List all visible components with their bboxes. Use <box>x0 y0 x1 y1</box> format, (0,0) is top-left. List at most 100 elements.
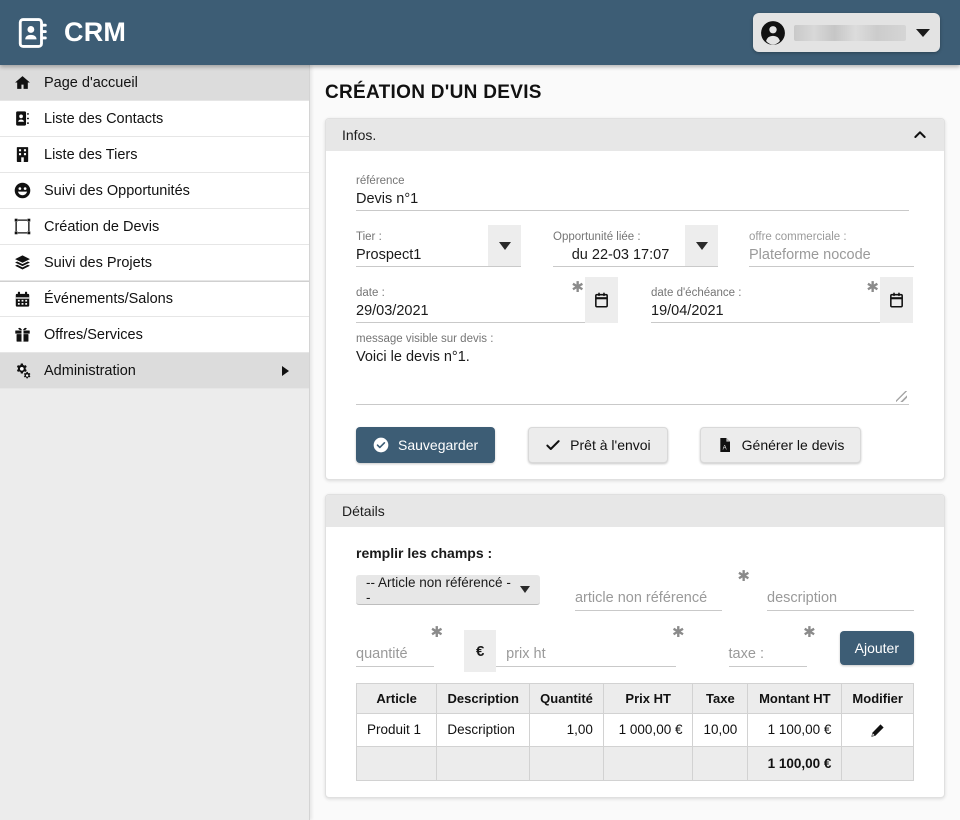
table-header-row: Article Description Quantité Prix HT Tax… <box>355 683 914 714</box>
infos-card: Infos. référence Devis n°1 Tier : Prospe… <box>325 118 945 480</box>
total-montant-ht: 1 100,00 € <box>747 745 843 781</box>
sidebar: Page d'accueil Liste des Contacts Liste … <box>0 65 310 820</box>
cell-article: Produit 1 <box>355 713 438 747</box>
app-header: CRM <box>0 0 960 65</box>
cell-quantite: 1,00 <box>529 713 604 747</box>
layers-icon <box>14 254 36 272</box>
sidebar-item-label: Suivi des Projets <box>44 254 152 271</box>
sidebar-item-suivi-des-opportunites[interactable]: Suivi des Opportunités <box>0 173 309 209</box>
sidebar-item-label: Offres/Services <box>44 326 143 343</box>
chevron-right-icon <box>282 365 289 376</box>
opportunity-dropdown-button[interactable] <box>685 225 718 266</box>
user-menu-button[interactable] <box>753 13 940 52</box>
table-total-row: 1 100,00 € <box>355 745 914 781</box>
fill-fields-label: remplir les champs : <box>356 545 493 561</box>
pencil-icon[interactable] <box>870 723 885 738</box>
column-article: Article <box>355 683 438 714</box>
sidebar-item-label: Liste des Tiers <box>44 146 138 163</box>
total-blank-quantite <box>529 745 604 781</box>
message-textarea[interactable]: message visible sur devis : Voici le dev… <box>356 333 909 405</box>
total-blank-article <box>355 745 438 781</box>
main-content: CRÉATION D'UN DEVIS Infos. référence Dev… <box>311 65 960 820</box>
cell-modifier[interactable] <box>841 713 914 747</box>
details-card-body: remplir les champs : -- Article non réfé… <box>326 527 944 797</box>
due-date-value: 19/04/2021 <box>651 303 724 319</box>
infos-actions: Sauvegarder Prêt à l'envoi A Générer le … <box>356 427 914 463</box>
resize-handle[interactable] <box>896 391 907 402</box>
object-group-icon <box>14 218 36 236</box>
total-blank-prix <box>602 745 694 781</box>
column-quantite: Quantité <box>529 683 604 714</box>
svg-text:A: A <box>722 446 726 452</box>
article-select-value: -- Article non référencé -- <box>366 574 511 605</box>
sidebar-item-creation-de-devis[interactable]: Création de Devis <box>0 209 309 245</box>
quantity-input[interactable]: quantité ✱ <box>356 625 443 667</box>
sidebar-item-administration[interactable]: Administration <box>0 353 309 389</box>
opportunity-select[interactable]: Opportunité liée : du 22-03 17:07 <box>553 225 718 267</box>
column-description: Description <box>436 683 531 714</box>
cell-description: Description <box>436 713 531 747</box>
sidebar-nav: Page d'accueil Liste des Contacts Liste … <box>0 65 309 389</box>
tier-dropdown-button[interactable] <box>488 225 521 266</box>
user-name-redacted <box>794 24 906 41</box>
user-circle-icon <box>760 20 786 46</box>
caret-down-icon <box>498 241 511 250</box>
reference-value: Devis n°1 <box>356 191 419 207</box>
gift-icon <box>14 326 36 344</box>
offre-commerciale-label: offre commerciale : <box>749 231 847 243</box>
column-modifier: Modifier <box>841 683 914 714</box>
column-taxe: Taxe <box>692 683 749 714</box>
due-date-field[interactable]: date d'échéance : 19/04/2021 ✱ <box>651 277 913 323</box>
price-required-mark: ✱ <box>671 624 685 641</box>
check-icon <box>545 437 561 453</box>
save-button[interactable]: Sauvegarder <box>356 427 496 463</box>
app-title: CRM <box>64 17 127 47</box>
sidebar-item-suivi-des-projets[interactable]: Suivi des Projets <box>0 245 309 281</box>
calendar-icon <box>14 290 36 308</box>
date-calendar-button[interactable] <box>585 277 618 323</box>
generate-quote-button-label: Générer le devis <box>741 437 845 453</box>
article-select[interactable]: -- Article non référencé -- <box>356 575 540 605</box>
details-card-title: Détails <box>342 503 385 519</box>
date-field[interactable]: date : 29/03/2021 ✱ <box>356 277 618 323</box>
sidebar-item-evenements-salons[interactable]: Événements/Salons <box>0 281 309 317</box>
total-blank-taxe <box>692 745 749 781</box>
sidebar-item-page-daccueil[interactable]: Page d'accueil <box>0 65 309 101</box>
address-book-icon <box>16 16 50 50</box>
due-date-calendar-button[interactable] <box>880 277 913 323</box>
quantity-input-placeholder: quantité <box>356 646 408 662</box>
sidebar-item-liste-des-tiers[interactable]: Liste des Tiers <box>0 137 309 173</box>
article-input[interactable]: article non référencé ✱ <box>574 569 750 611</box>
chevron-up-icon[interactable] <box>912 127 928 143</box>
price-input[interactable]: € prix ht ✱ <box>464 625 685 672</box>
details-card-header[interactable]: Détails <box>326 495 944 527</box>
date-value: 29/03/2021 <box>356 303 429 319</box>
add-item-button[interactable]: Ajouter <box>839 631 914 665</box>
sidebar-item-label: Création de Devis <box>44 218 160 235</box>
message-value: Voici le devis n°1. <box>356 349 470 365</box>
tax-input[interactable]: taxe : ✱ <box>728 625 816 667</box>
offre-commerciale-field[interactable]: offre commerciale : Plateforme nocode <box>749 225 914 267</box>
tier-select[interactable]: Tier : Prospect1 <box>356 225 521 267</box>
cogs-icon <box>14 362 36 380</box>
table-row: Produit 1 Description 1,00 1 000,00 € 10… <box>355 713 914 747</box>
message-label: message visible sur devis : <box>356 333 494 345</box>
sidebar-item-offres-services[interactable]: Offres/Services <box>0 317 309 353</box>
offre-commerciale-placeholder: Plateforme nocode <box>749 247 871 263</box>
reference-field[interactable]: référence Devis n°1 <box>356 169 909 211</box>
ready-to-send-button-label: Prêt à l'envoi <box>570 437 651 453</box>
description-input[interactable]: description <box>767 575 915 611</box>
infos-card-header[interactable]: Infos. <box>326 119 944 151</box>
sidebar-item-label: Administration <box>44 362 136 379</box>
page-title: CRÉATION D'UN DEVIS <box>325 82 542 103</box>
sidebar-item-label: Suivi des Opportunités <box>44 182 190 199</box>
cell-prix-ht: 1 000,00 € <box>602 713 694 747</box>
caret-down-icon <box>695 241 708 250</box>
details-card: Détails remplir les champs : -- Article … <box>325 494 945 798</box>
cell-montant-ht: 1 100,00 € <box>747 713 843 747</box>
column-prix-ht: Prix HT <box>602 683 694 714</box>
sidebar-item-liste-des-contacts[interactable]: Liste des Contacts <box>0 101 309 137</box>
generate-quote-button[interactable]: A Générer le devis <box>699 427 862 463</box>
ready-to-send-button[interactable]: Prêt à l'envoi <box>528 427 668 463</box>
total-blank-modifier <box>841 745 914 781</box>
